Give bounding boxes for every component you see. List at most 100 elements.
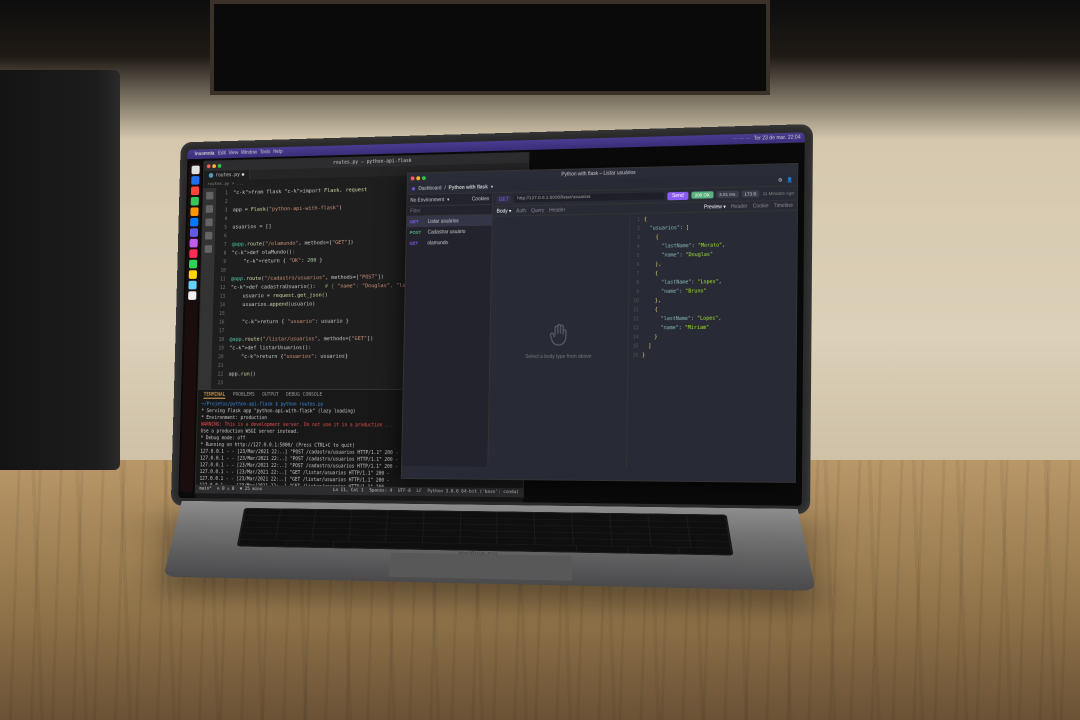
keyboard-key bbox=[689, 528, 728, 535]
keyboard-key bbox=[424, 511, 460, 517]
panel-tab[interactable]: TERMINAL bbox=[204, 391, 226, 398]
account-icon[interactable]: 👤 bbox=[787, 177, 793, 183]
keyboard-key bbox=[535, 519, 572, 525]
source-control-icon[interactable] bbox=[205, 218, 212, 226]
dock-app-icon[interactable] bbox=[191, 166, 199, 175]
response-tab[interactable]: Header bbox=[731, 203, 748, 209]
request-tab[interactable]: Header bbox=[549, 207, 565, 213]
request-name: olamundo bbox=[427, 240, 448, 246]
settings-icon[interactable]: ⚙ bbox=[778, 177, 783, 183]
close-icon[interactable] bbox=[411, 176, 415, 180]
request-name: Listar usuários bbox=[428, 218, 459, 224]
dock-app-icon[interactable] bbox=[188, 270, 196, 279]
search-icon[interactable] bbox=[206, 205, 213, 213]
menubar-item[interactable]: View bbox=[228, 150, 238, 156]
traffic-lights[interactable] bbox=[411, 176, 426, 180]
cookies-button[interactable]: Cookies bbox=[472, 196, 489, 202]
keyboard-key bbox=[244, 515, 279, 521]
panel-tab[interactable]: PROBLEMS bbox=[233, 392, 255, 398]
keyboard-key bbox=[498, 525, 535, 531]
statusbar-item[interactable]: main* bbox=[199, 487, 211, 492]
menubar-item[interactable]: Tools bbox=[260, 149, 271, 155]
debug-icon[interactable] bbox=[205, 232, 212, 240]
statusbar-item[interactable]: Spaces: 4 bbox=[369, 488, 392, 493]
dock-app-icon[interactable] bbox=[190, 197, 198, 206]
menubar-item[interactable]: Edit bbox=[218, 151, 226, 157]
dock-app-icon[interactable] bbox=[189, 239, 197, 248]
close-icon[interactable] bbox=[207, 164, 211, 168]
extensions-icon[interactable] bbox=[205, 245, 212, 253]
url-input[interactable]: http://127.0.0.1:5000/listar/usuarios bbox=[514, 192, 664, 202]
dock-app-icon[interactable] bbox=[189, 260, 197, 269]
request-tab[interactable]: Query bbox=[531, 207, 544, 213]
breadcrumb-home[interactable]: Dashboard bbox=[418, 185, 441, 191]
python-file-icon: ⬤ bbox=[208, 173, 213, 179]
method-selector[interactable]: GET bbox=[496, 195, 512, 203]
panel-tab[interactable]: OUTPUT bbox=[262, 392, 279, 398]
insomnia-window: Python with flask – Listar usuários ◉ Da… bbox=[401, 163, 798, 483]
dirty-indicator-icon: ● bbox=[242, 172, 245, 178]
dock-app-icon[interactable] bbox=[190, 207, 198, 216]
insomnia-logo-icon[interactable]: ◉ bbox=[411, 186, 415, 192]
chevron-down-icon[interactable]: ▾ bbox=[447, 197, 450, 203]
insomnia-window-title: Python with flask – Listar usuários bbox=[561, 170, 635, 178]
file-tab-routes[interactable]: ⬤ routes.py ● bbox=[204, 170, 250, 181]
dock-app-icon[interactable] bbox=[190, 218, 198, 227]
statusbar-item[interactable]: ✖ 25 mins bbox=[240, 487, 262, 492]
statusbar-item[interactable]: UTF-8 bbox=[398, 489, 411, 494]
menubar-clock[interactable]: Ter 23 de mar. 22:04 bbox=[754, 134, 801, 141]
response-tab[interactable]: Timeline bbox=[774, 202, 793, 208]
dock-app-icon[interactable] bbox=[191, 176, 199, 185]
keyboard-key bbox=[574, 539, 612, 546]
keyboard-key bbox=[351, 517, 387, 523]
response-ago[interactable]: 11 Minutes Ago bbox=[763, 190, 794, 196]
maximize-icon[interactable] bbox=[218, 164, 222, 168]
menubar-item[interactable]: Help bbox=[273, 149, 283, 155]
statusbar-item[interactable]: Ln 11, Col 1 bbox=[333, 488, 364, 493]
menubar-app-name[interactable]: Insomnia bbox=[195, 151, 215, 157]
dock-app-icon[interactable] bbox=[189, 249, 197, 258]
response-meta: 200 OK 3.01 ms 173 B bbox=[692, 190, 760, 199]
keyboard-key bbox=[315, 516, 351, 522]
keyboard-key bbox=[535, 532, 572, 538]
traffic-lights[interactable] bbox=[207, 164, 221, 168]
response-json[interactable]: { "usuarios": [ { "lastName": "Morato", … bbox=[639, 211, 797, 470]
chevron-down-icon[interactable]: ▾ bbox=[491, 184, 494, 190]
keyboard-key bbox=[460, 537, 497, 544]
request-tab[interactable]: Auth bbox=[516, 208, 526, 214]
file-tab-label: routes.py bbox=[215, 172, 240, 178]
keyboard-key bbox=[423, 524, 459, 530]
keyboard-key bbox=[650, 527, 689, 533]
response-tab[interactable]: Preview ▾ bbox=[704, 204, 726, 210]
menubar-item[interactable]: Window bbox=[241, 150, 257, 156]
dock-app-icon[interactable] bbox=[189, 228, 197, 237]
keyboard-key bbox=[612, 540, 651, 547]
sidebar-request-item[interactable]: GETolamundo bbox=[406, 236, 491, 248]
statusbar-item[interactable]: ⊘ 0 ⚠ 0 bbox=[217, 487, 234, 492]
dock-app-icon[interactable] bbox=[190, 186, 198, 195]
breadcrumb-workspace[interactable]: Python with flask bbox=[449, 184, 488, 191]
menubar-status-icons[interactable]: ⋯ ⋯ ⋯ bbox=[733, 136, 751, 143]
filter-input[interactable] bbox=[407, 205, 492, 216]
statusbar-item[interactable]: Python 3.8.6 64-bit ('base': conda) bbox=[427, 489, 519, 495]
keyboard-key bbox=[611, 527, 649, 533]
request-tab[interactable]: Body ▾ bbox=[497, 208, 512, 214]
keyboard-key bbox=[649, 521, 687, 527]
statusbar-item[interactable]: LF bbox=[416, 489, 421, 494]
keyboard-key bbox=[648, 515, 686, 521]
keyboard-key bbox=[690, 534, 729, 541]
send-button[interactable]: Send bbox=[667, 191, 689, 200]
minimize-icon[interactable] bbox=[212, 164, 216, 168]
explorer-icon[interactable] bbox=[206, 192, 213, 200]
minimize-icon[interactable] bbox=[416, 176, 420, 180]
maximize-icon[interactable] bbox=[422, 176, 426, 180]
keyboard-key bbox=[679, 547, 731, 554]
vscode-window-title: routes.py — python-api-flask bbox=[333, 158, 412, 166]
status-badge: 200 OK bbox=[692, 191, 713, 199]
response-tab[interactable]: Cookie bbox=[753, 203, 769, 209]
dock-app-icon[interactable] bbox=[188, 281, 196, 290]
request-body-pane[interactable]: Select a body type from above bbox=[488, 214, 630, 468]
room-window bbox=[210, 0, 770, 95]
panel-tab[interactable]: DEBUG CONSOLE bbox=[286, 392, 322, 398]
dock-app-icon[interactable] bbox=[188, 291, 196, 300]
